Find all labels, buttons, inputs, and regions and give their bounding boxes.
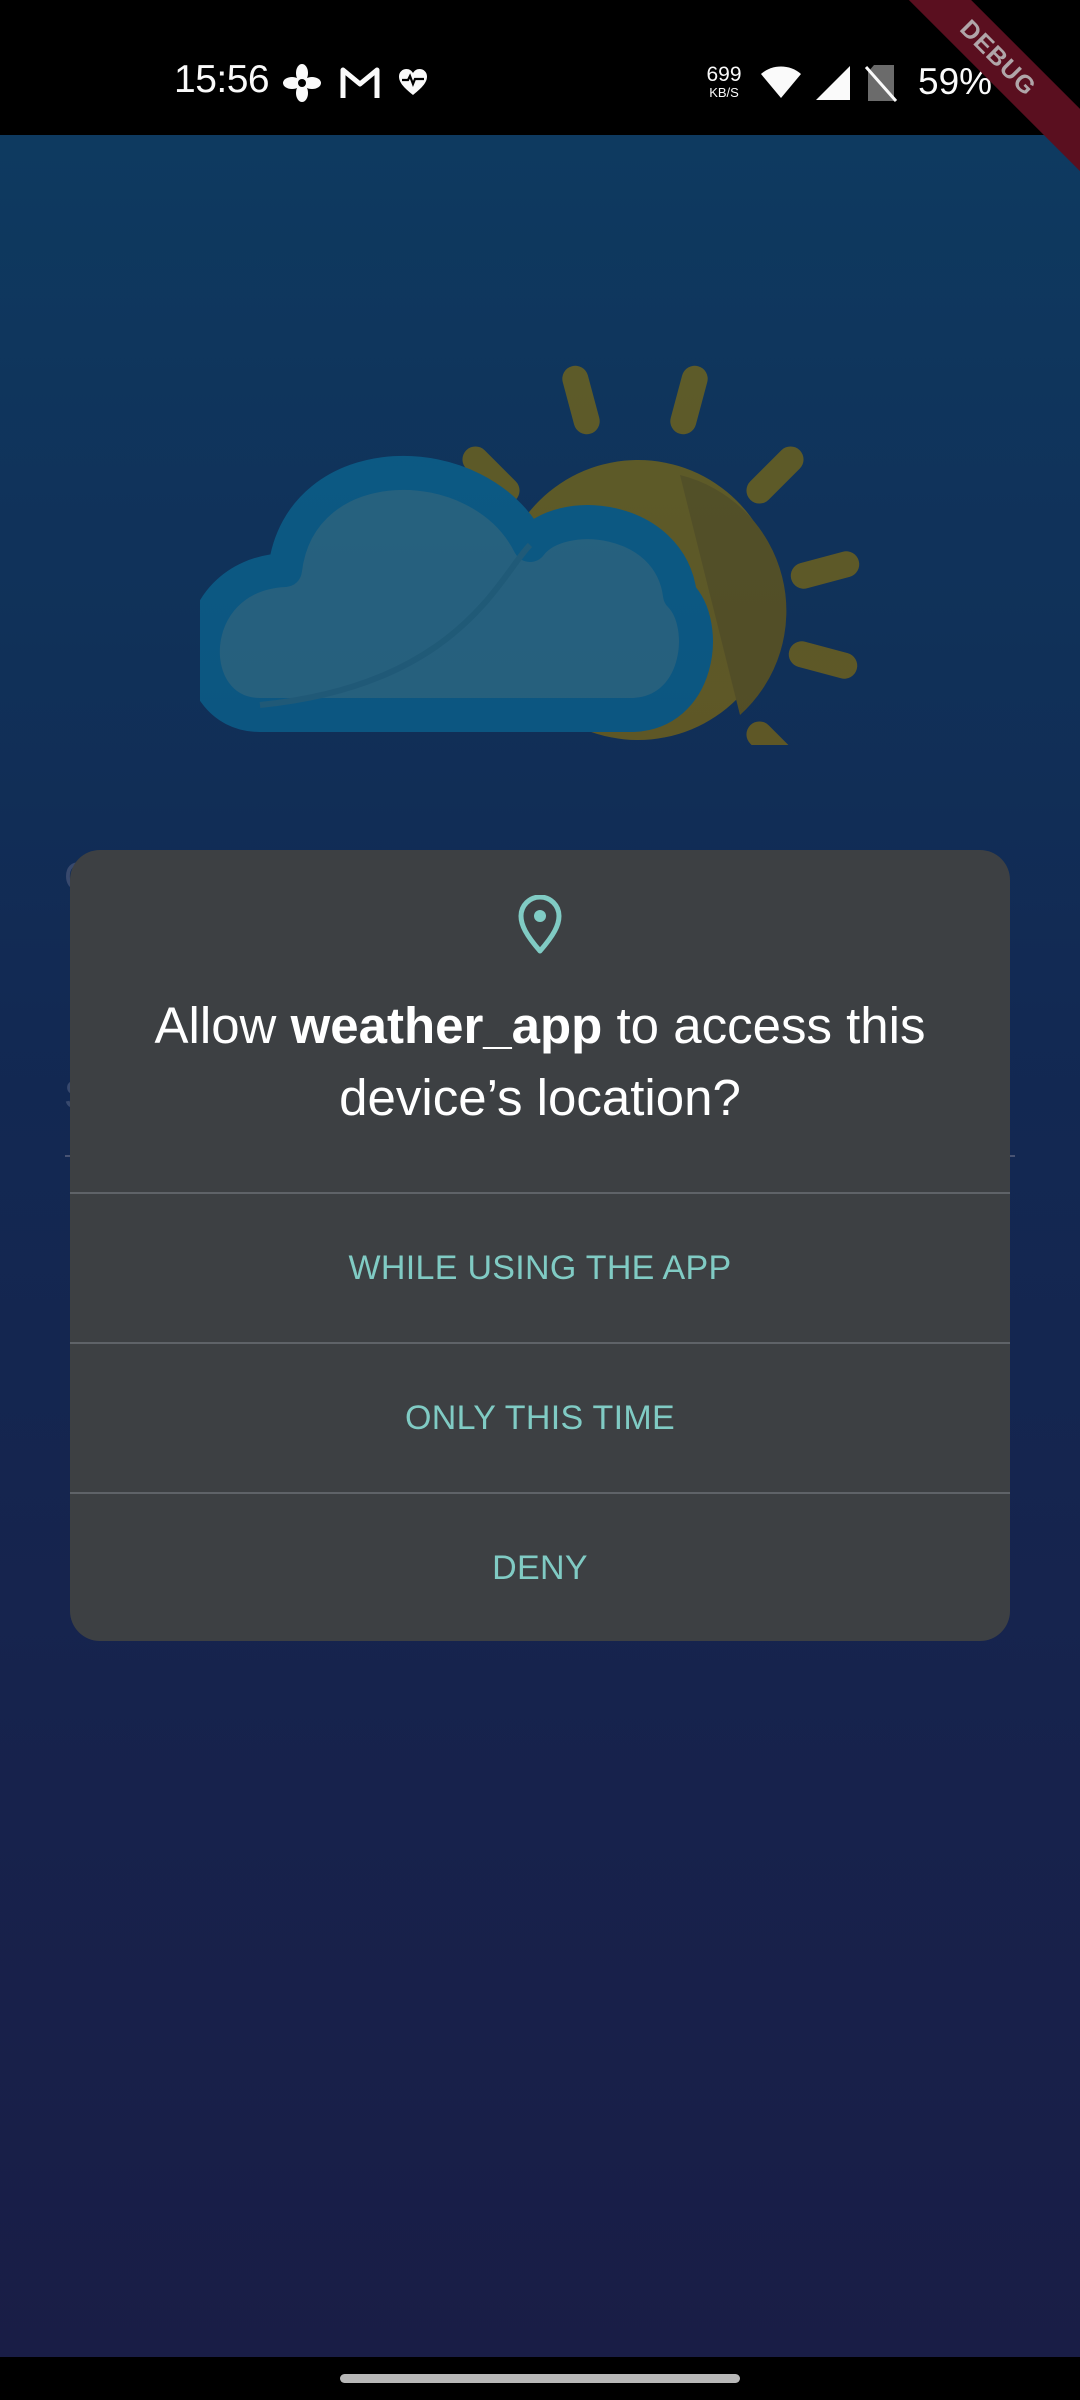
location-permission-dialog: Allow weather_app to access this device’… [70,850,1010,1641]
signal-icon [814,64,852,107]
no-sim-icon [864,63,898,108]
network-speed: 699 KB/S [700,64,748,99]
dialog-app-name: weather_app [290,997,603,1054]
network-speed-value: 699 [706,63,742,86]
cloud-sun-icon [200,365,860,745]
gmail-icon [340,66,380,105]
status-bar: 15:56 699 KB/S 59% [0,0,1080,135]
deny-button[interactable]: DENY [70,1492,1010,1641]
dialog-title: Allow weather_app to access this device’… [110,990,970,1134]
navigation-bar [0,2357,1080,2400]
home-indicator[interactable] [340,2374,740,2383]
heart-pulse-icon [398,68,428,101]
location-pin-icon [518,895,562,954]
while-using-app-button[interactable]: WHILE USING THE APP [70,1192,1010,1342]
fan-icon [282,63,322,108]
wifi-icon [760,64,802,105]
network-speed-unit: KB/S [709,85,739,100]
only-this-time-button[interactable]: ONLY THIS TIME [70,1342,1010,1492]
dialog-title-prefix: Allow [154,997,291,1054]
status-time: 15:56 [174,58,270,101]
